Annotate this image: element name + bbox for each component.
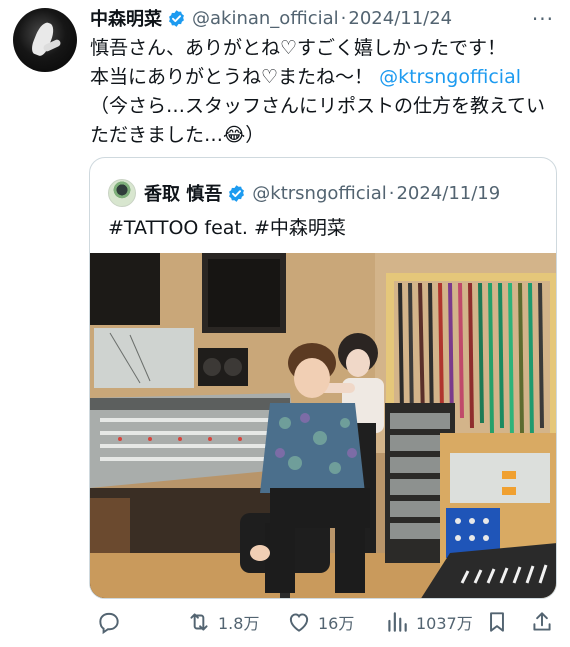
verified-badge-icon	[169, 9, 184, 27]
tweet-actions: 1.8万 16万 1037万	[88, 607, 558, 637]
quoted-header: 香取 慎吾 @ktrsngofficial · 2024/11/19	[108, 178, 500, 208]
bookmark-button[interactable]	[484, 607, 516, 637]
more-options-icon[interactable]: ···	[532, 7, 554, 31]
avatar-figure	[29, 20, 57, 58]
quoted-author-name[interactable]: 香取 慎吾	[144, 180, 222, 206]
like-button[interactable]: 16万	[286, 607, 354, 637]
tweet-text: 慎吾さん、ありがとね♡すごく嬉しかったです！ 本当にありがとうね♡またね〜！ @…	[90, 34, 560, 150]
quoted-text: #TATTOO feat. #中森明菜	[108, 217, 346, 239]
views-count: 1037万	[416, 614, 473, 633]
quoted-avatar[interactable]	[108, 179, 136, 207]
author-name[interactable]: 中森明菜	[90, 5, 162, 31]
tweet-date[interactable]: 2024/11/24	[348, 8, 452, 29]
quoted-handle[interactable]: @ktrsngofficial	[252, 183, 386, 204]
author-handle[interactable]: @akinan_official	[192, 8, 339, 29]
repost-button[interactable]: 1.8万	[186, 607, 259, 637]
share-icon	[533, 612, 551, 631]
verified-badge-icon	[229, 184, 245, 202]
reply-icon	[99, 612, 119, 635]
views-button[interactable]: 1037万	[384, 607, 473, 637]
quoted-date[interactable]: 2024/11/19	[396, 183, 500, 204]
like-count: 16万	[318, 614, 355, 633]
quoted-tweet[interactable]: 香取 慎吾 @ktrsngofficial · 2024/11/19 #TATT…	[89, 157, 557, 599]
tweet-text-line-2-body: 本当にありがとうね♡またね〜！	[90, 66, 374, 88]
tweet-header: 中森明菜 @akinan_official · 2024/11/24	[90, 5, 452, 31]
mention-link[interactable]: @ktrsngofficial	[379, 66, 521, 88]
separator-dot: ·	[340, 7, 347, 29]
reply-button[interactable]	[96, 607, 128, 637]
heart-icon	[289, 613, 309, 632]
bookmark-icon	[490, 612, 504, 632]
repost-count: 1.8万	[218, 614, 260, 633]
tweet-text-line-2: 本当にありがとうね♡またね〜！ @ktrsngofficial	[90, 63, 560, 92]
views-chart-icon	[388, 612, 407, 632]
tweet-text-line-1: 慎吾さん、ありがとね♡すごく嬉しかったです！	[90, 37, 507, 59]
author-avatar[interactable]	[13, 8, 77, 72]
tweet-text-line-3: （今さら…スタッフさんにリポストの仕方を教えていただきました…😂）	[90, 95, 546, 146]
studio-photo[interactable]	[90, 253, 557, 599]
share-button[interactable]	[529, 607, 561, 637]
repost-icon	[190, 613, 208, 631]
separator-dot: ·	[388, 182, 395, 204]
